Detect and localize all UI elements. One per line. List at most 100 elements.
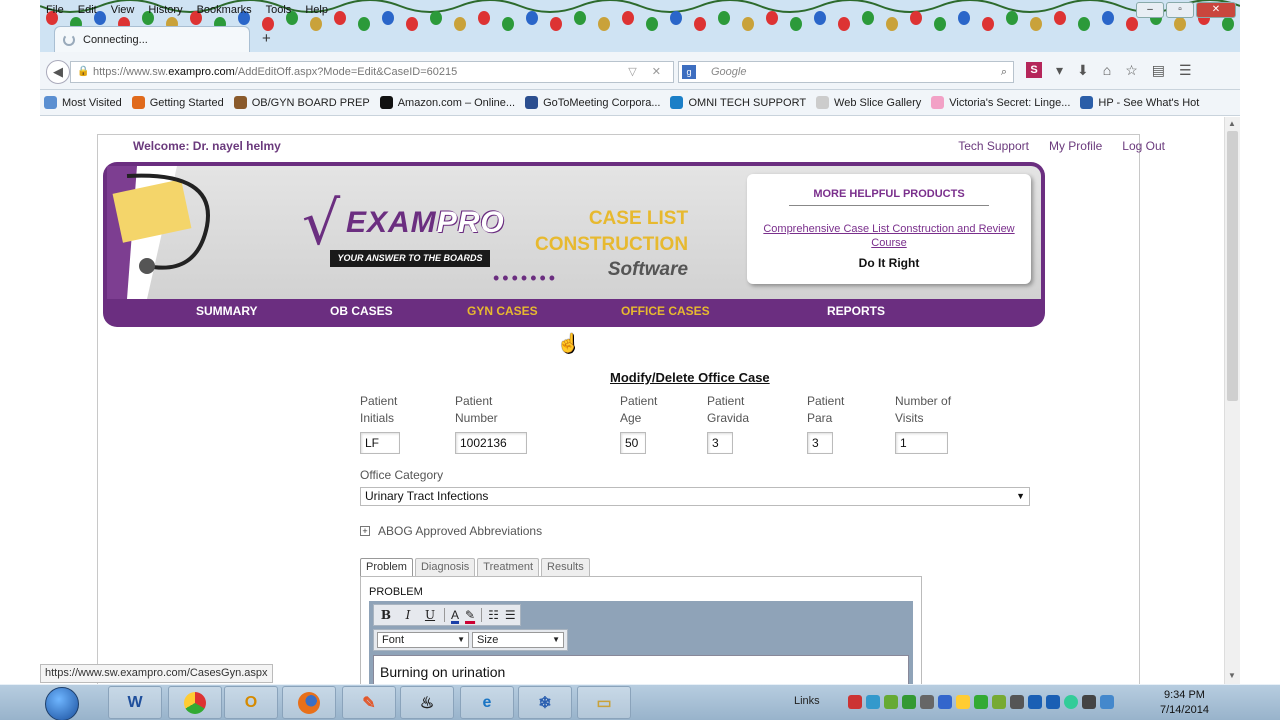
stop-icon[interactable]: ▽ ✕ bbox=[628, 62, 667, 82]
page-scrollbar[interactable]: ▲ ▼ bbox=[1224, 117, 1240, 684]
expand-plus-icon[interactable]: + bbox=[360, 526, 370, 536]
tab-treatment[interactable]: Treatment bbox=[477, 558, 540, 576]
bulleted-list-icon[interactable]: ☰ bbox=[505, 608, 516, 622]
search-input[interactable]: g Google ⌕ bbox=[678, 61, 1014, 83]
menu-history[interactable]: History bbox=[148, 4, 182, 16]
tray-app-icon[interactable] bbox=[884, 695, 898, 709]
bookmark-item[interactable]: Amazon.com – Online... bbox=[379, 96, 515, 109]
bookmark-item[interactable]: OMNI TECH SUPPORT bbox=[670, 96, 806, 109]
bookmark-item[interactable]: HP - See What's Hot bbox=[1080, 96, 1199, 109]
nav-gyn-cases[interactable]: GYN CASES bbox=[467, 304, 538, 318]
nav-office-cases[interactable]: OFFICE CASES bbox=[621, 304, 710, 318]
back-button[interactable]: ◀ bbox=[46, 60, 70, 84]
system-clock[interactable]: 9:34 PM 7/14/2014 bbox=[1160, 688, 1209, 718]
menu-file[interactable]: File bbox=[46, 4, 64, 16]
menu-hamburger-icon[interactable]: ☰ bbox=[1179, 62, 1192, 79]
word-taskbar-icon[interactable]: W bbox=[108, 686, 162, 719]
outlook-taskbar-icon[interactable]: O bbox=[224, 686, 278, 719]
menu-tools[interactable]: Tools bbox=[266, 4, 292, 16]
menu-edit[interactable]: Edit bbox=[78, 4, 97, 16]
pdf-taskbar-icon[interactable]: ✎ bbox=[342, 686, 396, 719]
numbered-list-icon[interactable]: ☷ bbox=[488, 608, 499, 622]
course-link[interactable]: Comprehensive Case List Construction and… bbox=[755, 222, 1023, 250]
browser-titlebar: File Edit View History Bookmarks Tools H… bbox=[40, 0, 1240, 52]
my-profile-link[interactable]: My Profile bbox=[1049, 139, 1102, 153]
tray-app-icon[interactable] bbox=[1046, 695, 1060, 709]
bookmark-item[interactable]: OB/GYN BOARD PREP bbox=[233, 96, 370, 109]
bookmark-item[interactable]: GoToMeeting Corpora... bbox=[525, 96, 660, 109]
bookmark-item[interactable]: Most Visited bbox=[44, 96, 122, 109]
addon-s-icon[interactable]: S bbox=[1026, 62, 1042, 78]
size-dropdown[interactable]: Size ▼ bbox=[472, 632, 564, 648]
firefox-taskbar-icon[interactable] bbox=[282, 686, 336, 719]
patient-para-input[interactable]: 3 bbox=[807, 432, 833, 454]
browser-tab[interactable]: Connecting... bbox=[54, 26, 250, 52]
office-category-select[interactable]: Urinary Tract Infections ▼ bbox=[360, 487, 1030, 506]
tray-app-icon[interactable] bbox=[974, 695, 988, 709]
address-bar[interactable]: 🔒 https://www.sw.exampro.com/AddEditOff.… bbox=[70, 61, 674, 83]
maximize-button[interactable]: ▫ bbox=[1166, 2, 1194, 18]
tray-app-icon[interactable] bbox=[938, 695, 952, 709]
download-icon[interactable]: ⬇ bbox=[1077, 62, 1089, 79]
scroll-down-icon[interactable]: ▼ bbox=[1228, 671, 1236, 680]
home-icon[interactable]: ⌂ bbox=[1103, 62, 1111, 79]
menu-help[interactable]: Help bbox=[305, 4, 328, 16]
network-icon[interactable] bbox=[1082, 695, 1096, 709]
bookmark-item[interactable]: Victoria's Secret: Linge... bbox=[931, 96, 1070, 109]
tab-results[interactable]: Results bbox=[541, 558, 590, 576]
volume-icon[interactable] bbox=[1100, 695, 1114, 709]
patient-gravida-input[interactable]: 3 bbox=[707, 432, 733, 454]
tray-app-icon[interactable] bbox=[1028, 695, 1042, 709]
light-bulb-icon bbox=[526, 11, 538, 25]
font-dropdown[interactable]: Font ▼ bbox=[377, 632, 469, 648]
start-button[interactable] bbox=[45, 687, 79, 720]
tray-app-icon[interactable] bbox=[902, 695, 916, 709]
patient-age-input[interactable]: 50 bbox=[620, 432, 646, 454]
number-of-visits-input[interactable]: 1 bbox=[895, 432, 948, 454]
scroll-up-icon[interactable]: ▲ bbox=[1228, 119, 1236, 128]
bookmark-label: OB/GYN BOARD PREP bbox=[251, 96, 370, 109]
bookmark-item[interactable]: Web Slice Gallery bbox=[816, 96, 921, 109]
close-window-button[interactable]: ✕ bbox=[1196, 2, 1236, 18]
tab-problem[interactable]: Problem bbox=[360, 558, 413, 576]
chrome-taskbar-icon[interactable] bbox=[168, 686, 222, 719]
app-taskbar-icon[interactable]: ♨ bbox=[400, 686, 454, 719]
highlight-color-icon[interactable]: ✎ bbox=[465, 608, 475, 622]
minimize-button[interactable]: – bbox=[1136, 2, 1164, 18]
file-explorer-taskbar-icon[interactable]: ▭ bbox=[577, 686, 631, 719]
new-tab-icon[interactable]: + bbox=[262, 30, 271, 47]
problem-text-area[interactable]: Burning on urination bbox=[373, 655, 909, 684]
tray-app-icon[interactable] bbox=[1010, 695, 1024, 709]
menu-bookmarks[interactable]: Bookmarks bbox=[197, 4, 252, 16]
scrollbar-thumb[interactable] bbox=[1227, 131, 1238, 401]
font-color-icon[interactable]: A bbox=[451, 608, 459, 622]
tray-app-icon[interactable] bbox=[920, 695, 934, 709]
patient-initials-input[interactable]: LF bbox=[360, 432, 400, 454]
nav-reports[interactable]: REPORTS bbox=[827, 304, 885, 318]
tray-app-icon[interactable] bbox=[848, 695, 862, 709]
nav-summary[interactable]: SUMMARY bbox=[196, 304, 258, 318]
italic-button[interactable]: I bbox=[400, 608, 416, 622]
underline-button[interactable]: U bbox=[422, 608, 438, 622]
snowflake-app-taskbar-icon[interactable]: ❄ bbox=[518, 686, 572, 719]
tab-diagnosis[interactable]: Diagnosis bbox=[414, 558, 476, 576]
tray-app-icon[interactable] bbox=[866, 695, 880, 709]
patient-number-input[interactable]: 1002136 bbox=[455, 432, 527, 454]
light-bulb-icon bbox=[406, 17, 418, 31]
search-icon[interactable]: ⌕ bbox=[1001, 62, 1007, 82]
bookmark-item[interactable]: Getting Started bbox=[131, 96, 224, 109]
star-bookmark-icon[interactable]: ☆ bbox=[1125, 62, 1138, 79]
menu-view[interactable]: View bbox=[111, 4, 135, 16]
nav-ob-cases[interactable]: OB CASES bbox=[330, 304, 393, 318]
dropdown-arrow-icon[interactable]: ▾ bbox=[1056, 62, 1063, 79]
links-toolbar-label[interactable]: Links bbox=[794, 695, 820, 707]
tray-app-icon[interactable] bbox=[1064, 695, 1078, 709]
bold-button[interactable]: B bbox=[378, 608, 394, 622]
tray-app-icon[interactable] bbox=[992, 695, 1006, 709]
log-out-link[interactable]: Log Out bbox=[1122, 139, 1165, 153]
tech-support-link[interactable]: Tech Support bbox=[958, 139, 1029, 153]
abbreviations-toggle[interactable]: + ABOG Approved Abbreviations bbox=[360, 524, 542, 538]
tray-app-icon[interactable] bbox=[956, 695, 970, 709]
internet-explorer-taskbar-icon[interactable]: e bbox=[460, 686, 514, 719]
reading-list-icon[interactable]: ▤ bbox=[1152, 62, 1165, 79]
